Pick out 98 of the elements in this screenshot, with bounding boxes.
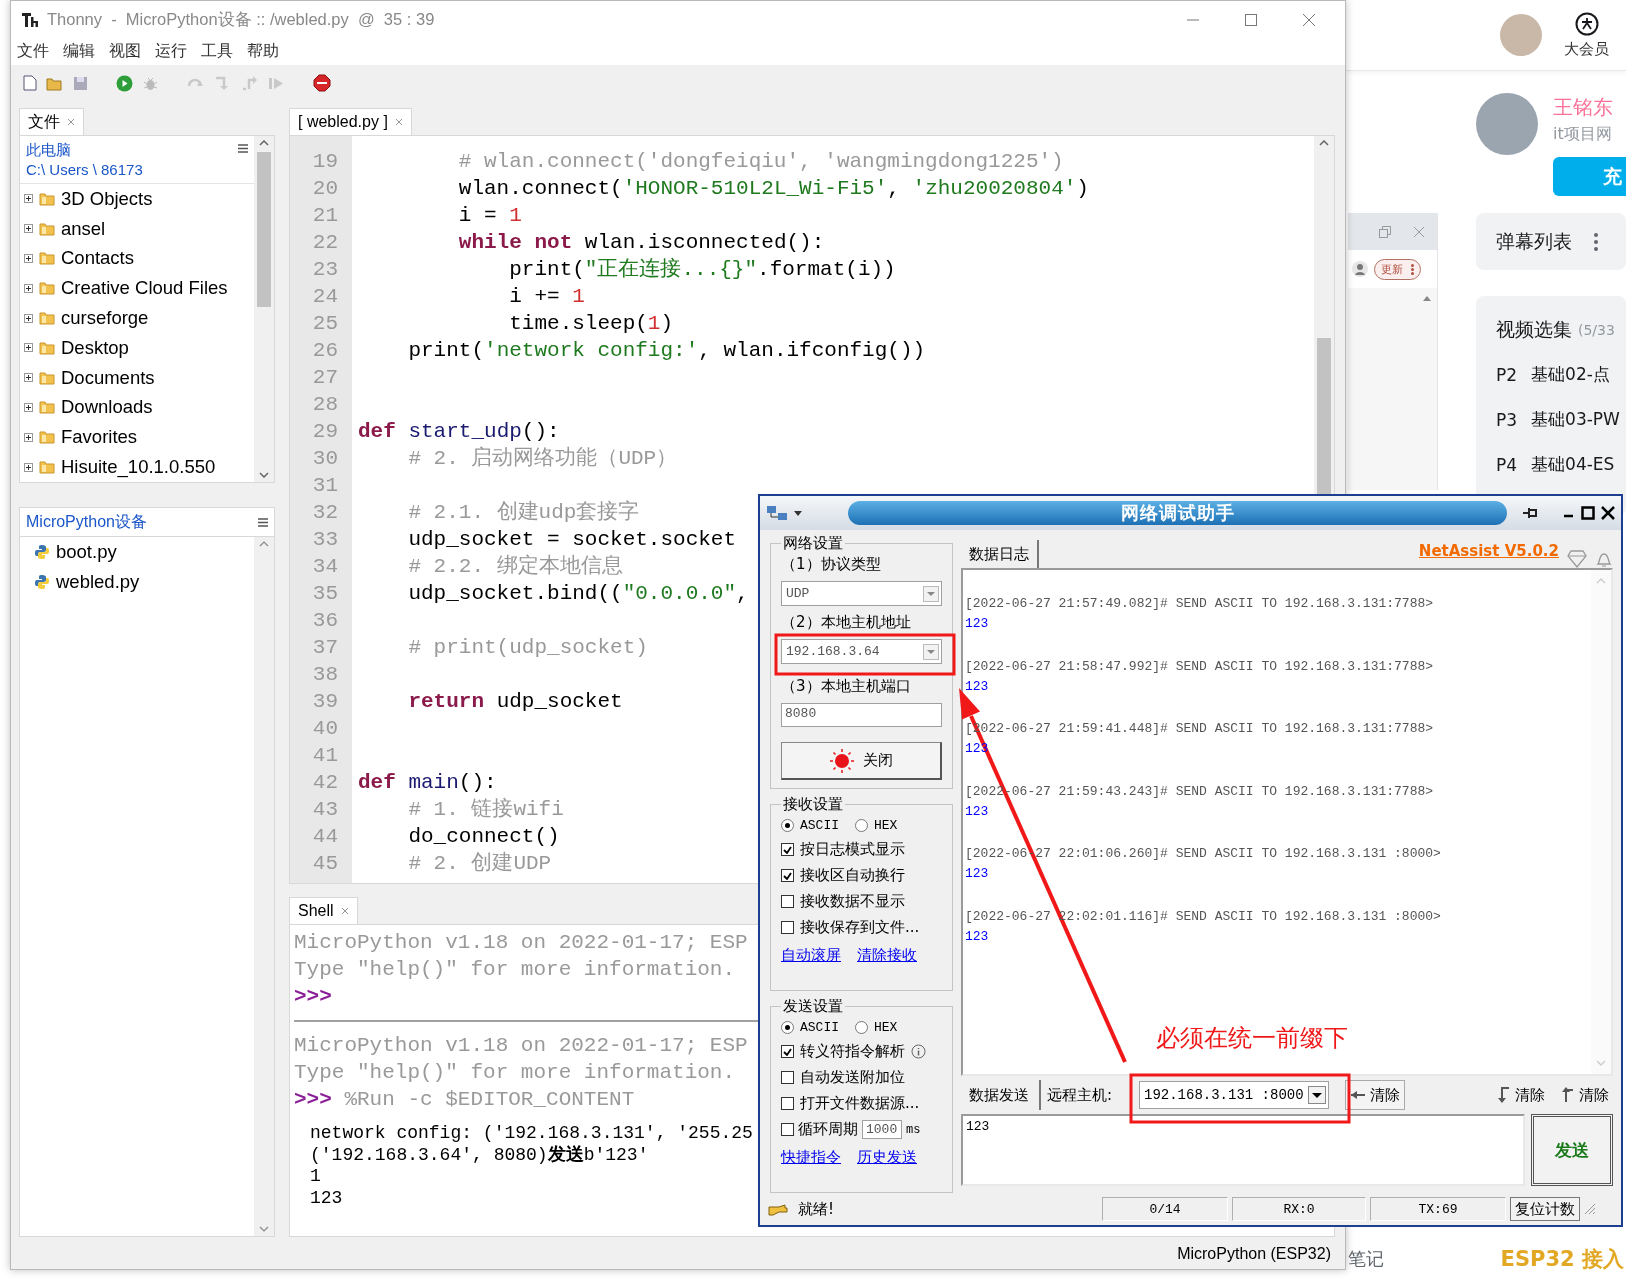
option-label: 转义符指令解析	[800, 1042, 905, 1061]
line-number: 38	[311, 662, 338, 688]
line-number: 36	[311, 608, 338, 634]
field-label: （1）协议类型	[781, 555, 882, 574]
shell-line: MicroPython v1.18 on 2022-01-17; ESP	[294, 930, 748, 956]
line-number: 45	[311, 851, 338, 877]
line-number: 30	[311, 446, 338, 472]
code-line: def main():	[358, 770, 497, 796]
line-number: 43	[311, 797, 338, 823]
shell-output: 123	[309, 1187, 343, 1209]
shell-output: ('192.168.3.64', 8080)发送b'123'	[309, 1144, 649, 1166]
code-line: # 1. 链接wifi	[407, 796, 564, 823]
group-title: 网络设置	[782, 534, 844, 553]
code-line: do_connect()	[407, 824, 560, 850]
radio-label: HEX	[874, 1020, 898, 1035]
line-number: 21	[311, 203, 338, 229]
line-number: 24	[311, 284, 338, 310]
shell-output: 1	[309, 1166, 321, 1188]
group-title: 发送设置	[782, 997, 844, 1016]
log-entry-header: [2022-06-27 21:57:49.082]# SEND ASCII TO 192.168.3.131:7788>	[965, 595, 1435, 613]
unit-label: ms	[906, 1122, 921, 1137]
code-line: udp_socket.bind(("0.0.0.0",	[407, 581, 749, 607]
status-message: 就绪!	[798, 1199, 835, 1219]
line-number: 29	[311, 419, 338, 445]
annotation-note: 必须在统一前缀下	[1156, 1023, 1348, 1054]
code-line: print('network config:', wlan.ifconfig())	[407, 338, 926, 364]
panel-title: MicroPython设备	[26, 511, 147, 532]
code-line: return udp_socket	[407, 689, 623, 715]
title-banner: 网络调试助手	[848, 501, 1507, 525]
uploader-bio: it项目网	[1553, 123, 1613, 145]
code-line: time.sleep(1)	[508, 311, 674, 337]
line-number: 44	[311, 824, 338, 850]
code-line: print("正在连接...{}".format(i))	[508, 256, 896, 283]
episode-count: (5/33	[1578, 322, 1615, 338]
code-line: wlan.connect('HONOR-510L2L_Wi-Fi5', 'zhu20020804')	[457, 176, 1089, 202]
line-number: 23	[311, 257, 338, 283]
option-label: 按日志模式显示	[800, 840, 905, 859]
code-line: # 2. 启动网络功能（UDP）	[407, 445, 678, 472]
option-label: 自动发送附加位	[800, 1068, 905, 1087]
code-line: def start_udp():	[358, 419, 560, 445]
line-number: 40	[311, 716, 338, 742]
line-number: 35	[311, 581, 338, 607]
code-line: udp_socket = socket.socket	[407, 527, 737, 553]
option-label: 循环周期	[798, 1120, 858, 1139]
option-label: 接收数据不显示	[800, 892, 905, 911]
code-line: # 2.1. 创建udp套接字	[407, 499, 640, 526]
line-number: 25	[311, 311, 338, 337]
line-number: 27	[311, 365, 338, 391]
line-number: 39	[311, 689, 338, 715]
shell-prompt: >>> %Run -c $EDITOR_CONTENT	[294, 1087, 635, 1113]
line-number: 37	[311, 635, 338, 661]
line-number: 22	[311, 230, 338, 256]
shell-line: MicroPython v1.18 on 2022-01-17; ESP	[294, 1033, 748, 1059]
panel-title: 弹幕列表	[1496, 228, 1572, 254]
option-label: 接收保存到文件...	[800, 918, 920, 937]
radio-label: ASCII	[800, 818, 839, 833]
code-line: # 2. 创建UDP	[407, 850, 552, 877]
group-title: 接收设置	[782, 795, 844, 814]
log-entry-header: [2022-06-27 21:58:47.992]# SEND ASCII TO 192.168.3.131:7788>	[965, 657, 1435, 676]
shell-line: Type "help()" for more information.	[294, 957, 736, 983]
line-number: 41	[311, 743, 338, 769]
line-number: 42	[311, 770, 338, 796]
line-number: 32	[311, 500, 338, 526]
code-line: i = 1	[457, 203, 522, 229]
remote-host-label: 远程主机:	[1047, 1085, 1114, 1105]
radio-label: HEX	[874, 818, 898, 833]
banner-text: ESP32 接入	[1500, 1246, 1624, 1273]
code-line: # 2.2. 绑定本地信息	[407, 553, 623, 580]
option-label: 打开文件数据源...	[800, 1094, 920, 1113]
log-entry-data: 123	[965, 865, 990, 883]
field-label: （3）本地主机端口	[781, 677, 912, 696]
path-label: C:\ Users \ 86173	[26, 160, 144, 180]
status-counter: TX:69	[1370, 1197, 1506, 1221]
log-entry-data: 123	[965, 677, 990, 696]
field-label: （2）本地主机地址	[781, 613, 912, 632]
log-entry-data: 123	[965, 615, 990, 633]
line-number: 28	[311, 392, 338, 418]
status-counter: 0/14	[1102, 1197, 1228, 1221]
shell-line: Type "help()" for more information.	[294, 1060, 736, 1086]
code-line: # print(udp_socket)	[407, 635, 648, 661]
option-label: 接收区自动换行	[800, 866, 905, 885]
window-title: Thonny - MicroPython设备 :: /webled.py @ 35 : 39	[47, 8, 435, 30]
code-line: # wlan.connect('dongfeiqiu', 'wangmingdong1225')	[457, 149, 1064, 175]
line-number: 20	[311, 176, 338, 202]
status-counter: RX:0	[1232, 1197, 1366, 1221]
line-number: 33	[311, 527, 338, 553]
shell-output: network config: ('192.168.3.131', '255.25	[309, 1123, 753, 1145]
log-entry-data: 123	[965, 802, 990, 821]
line-number: 26	[311, 338, 338, 364]
shell-prompt: >>>	[294, 984, 332, 1010]
code-line: while not wlan.isconnected():	[457, 230, 825, 256]
log-entry-data: 123	[965, 927, 990, 946]
code-line: i += 1	[508, 284, 585, 310]
line-number: 31	[311, 473, 338, 499]
radio-label: ASCII	[800, 1020, 839, 1035]
panel-title: 视频选集	[1496, 317, 1572, 342]
line-number: 34	[311, 554, 338, 580]
line-number: 19	[311, 149, 338, 175]
